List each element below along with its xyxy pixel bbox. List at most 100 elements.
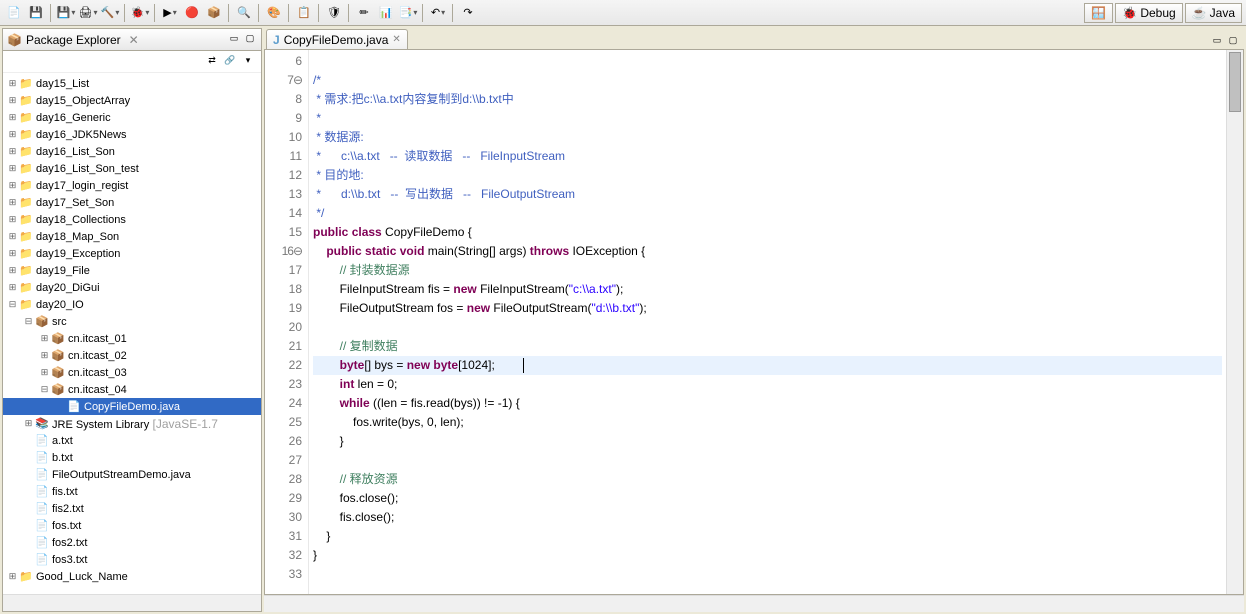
tree-item[interactable]: 📄FileOutputStreamDemo.java (3, 466, 261, 483)
close-icon[interactable]: ✕ (129, 33, 139, 47)
tab-copyfiledemo[interactable]: J CopyFileDemo.java ✕ (266, 29, 408, 49)
tree-item[interactable]: ⊞📦cn.itcast_02 (3, 347, 261, 364)
perspective-button[interactable]: ☕Java (1185, 3, 1242, 23)
tree-item[interactable]: ⊞📁day16_Generic (3, 109, 261, 126)
code-content[interactable]: /* * 需求:把c:\\a.txt内容复制到d:\\b.txt中 * * 数据… (309, 50, 1226, 594)
tree-twisty[interactable]: ⊞ (39, 367, 50, 378)
tree-item[interactable]: ⊞📁Good_Luck_Name (3, 568, 261, 585)
code-line[interactable]: FileInputStream fis = new FileInputStrea… (313, 280, 1222, 299)
tree-item[interactable]: ⊞📁day19_Exception (3, 245, 261, 262)
code-line[interactable]: fos.close(); (313, 489, 1222, 508)
code-line[interactable]: // 释放资源 (313, 470, 1222, 489)
toolbar-button[interactable]: 🖨 (78, 3, 98, 23)
tree-twisty[interactable]: ⊞ (39, 350, 50, 361)
toolbar-button[interactable]: 📊 (376, 3, 396, 23)
code-line[interactable]: */ (313, 204, 1222, 223)
code-line[interactable] (313, 451, 1222, 470)
code-editor[interactable]: 67⊖8910111213141516⊖17181920212223242526… (264, 50, 1244, 595)
vertical-scrollbar[interactable] (1226, 50, 1243, 594)
maximize-icon[interactable]: ▢ (1226, 35, 1240, 49)
tree-item[interactable]: ⊞📦cn.itcast_03 (3, 364, 261, 381)
tree-item[interactable]: ⊞📁day16_List_Son (3, 143, 261, 160)
tree-item[interactable]: ⊟📦cn.itcast_04 (3, 381, 261, 398)
tree-twisty[interactable]: ⊞ (7, 197, 18, 208)
tree-item[interactable]: ⊟📦src (3, 313, 261, 330)
minimize-icon[interactable]: ▭ (227, 33, 241, 47)
tree-item[interactable]: ⊞📁day17_login_regist (3, 177, 261, 194)
tree-item[interactable]: ⊞📁day20_DiGui (3, 279, 261, 296)
project-tree[interactable]: ⊞📁day15_List⊞📁day15_ObjectArray⊞📁day16_G… (3, 73, 261, 594)
toolbar-button[interactable]: 💾 (56, 3, 76, 23)
tree-item[interactable]: 📄CopyFileDemo.java (3, 398, 261, 415)
tree-twisty[interactable]: ⊞ (23, 418, 34, 429)
code-line[interactable] (313, 565, 1222, 584)
tree-twisty[interactable]: ⊞ (7, 282, 18, 293)
toolbar-button[interactable]: 🔴 (182, 3, 202, 23)
toolbar-button[interactable]: 🎨 (264, 3, 284, 23)
tree-twisty[interactable]: ⊞ (7, 129, 18, 140)
code-line[interactable]: fos.write(bys, 0, len); (313, 413, 1222, 432)
tree-twisty[interactable]: ⊞ (7, 231, 18, 242)
tree-item[interactable]: 📄a.txt (3, 432, 261, 449)
code-line[interactable]: * d:\\b.txt -- 写出数据 -- FileOutputStream (313, 185, 1222, 204)
tree-item[interactable]: ⊞📦cn.itcast_01 (3, 330, 261, 347)
code-line[interactable] (313, 318, 1222, 337)
toolbar-button[interactable]: ↶ (428, 3, 448, 23)
tree-item[interactable]: 📄b.txt (3, 449, 261, 466)
tree-twisty[interactable]: ⊞ (39, 333, 50, 344)
toolbar-button[interactable]: ↷ (458, 3, 478, 23)
toolbar-icon[interactable]: ⇄ (205, 55, 219, 69)
tree-twisty[interactable]: ⊟ (23, 316, 34, 327)
toolbar-icon[interactable]: 🔗 (223, 55, 237, 69)
tree-item[interactable]: 📄fis.txt (3, 483, 261, 500)
code-line[interactable]: * 数据源: (313, 128, 1222, 147)
code-line[interactable]: } (313, 432, 1222, 451)
toolbar-button[interactable]: 🔍 (234, 3, 254, 23)
tree-twisty[interactable]: ⊞ (7, 248, 18, 259)
tree-twisty[interactable]: ⊞ (7, 163, 18, 174)
tree-item[interactable]: 📄fos.txt (3, 517, 261, 534)
code-line[interactable]: } (313, 546, 1222, 565)
close-icon[interactable]: ✕ (392, 34, 400, 45)
tree-twisty[interactable]: ⊞ (7, 78, 18, 89)
toolbar-button[interactable]: 🔨 (100, 3, 120, 23)
code-line[interactable]: // 复制数据 (313, 337, 1222, 356)
toolbar-button[interactable]: 📄 (4, 3, 24, 23)
code-line[interactable]: * 目的地: (313, 166, 1222, 185)
tree-item[interactable]: 📄fis2.txt (3, 500, 261, 517)
tree-twisty[interactable]: ⊞ (7, 214, 18, 225)
code-line[interactable]: /* (313, 71, 1222, 90)
code-line[interactable]: FileOutputStream fos = new FileOutputStr… (313, 299, 1222, 318)
toolbar-button[interactable]: 💾 (26, 3, 46, 23)
code-line[interactable]: public static void main(String[] args) t… (313, 242, 1222, 261)
tree-twisty[interactable]: ⊞ (7, 95, 18, 106)
horizontal-scrollbar[interactable] (264, 595, 1244, 612)
tree-item[interactable]: ⊞📁day19_File (3, 262, 261, 279)
tree-item[interactable]: ⊞📚JRE System Library [JavaSE-1.7 (3, 415, 261, 432)
tree-item[interactable]: ⊟📁day20_IO (3, 296, 261, 313)
code-line[interactable]: int len = 0; (313, 375, 1222, 394)
toolbar-button[interactable]: 🐞 (130, 3, 150, 23)
tree-twisty[interactable]: ⊞ (7, 180, 18, 191)
toolbar-icon[interactable]: ▾ (241, 55, 255, 69)
perspective-button[interactable]: 🐞Debug (1115, 3, 1182, 23)
toolbar-button[interactable]: ✏ (354, 3, 374, 23)
toolbar-button[interactable]: 📋 (294, 3, 314, 23)
code-line[interactable]: * (313, 109, 1222, 128)
code-line[interactable] (313, 52, 1222, 71)
tree-item[interactable]: ⊞📁day16_List_Son_test (3, 160, 261, 177)
tree-twisty[interactable]: ⊞ (7, 265, 18, 276)
tree-item[interactable]: ⊞📁day15_ObjectArray (3, 92, 261, 109)
toolbar-button[interactable]: 📦 (204, 3, 224, 23)
horizontal-scrollbar[interactable] (3, 594, 261, 611)
maximize-icon[interactable]: ▢ (243, 33, 257, 47)
code-line[interactable]: public class CopyFileDemo { (313, 223, 1222, 242)
code-line[interactable]: } (313, 527, 1222, 546)
toolbar-button[interactable]: 🛡 (324, 3, 344, 23)
tree-item[interactable]: ⊞📁day18_Collections (3, 211, 261, 228)
tree-twisty[interactable]: ⊟ (7, 299, 18, 310)
code-line[interactable]: // 封装数据源 (313, 261, 1222, 280)
perspective-button[interactable]: 🪟 (1084, 3, 1113, 23)
tree-item[interactable]: ⊞📁day17_Set_Son (3, 194, 261, 211)
tree-item[interactable]: ⊞📁day18_Map_Son (3, 228, 261, 245)
